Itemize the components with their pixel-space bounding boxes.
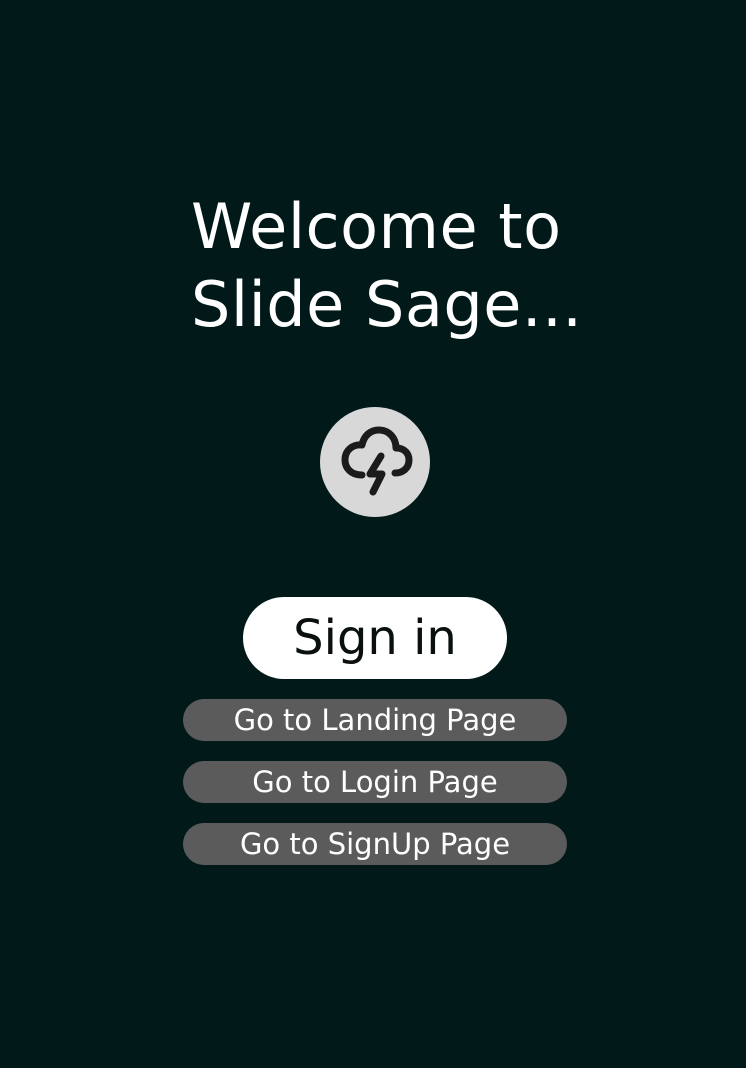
welcome-line-2: Slide Sage... [191,268,583,341]
welcome-heading: Welcome to Slide Sage... [191,188,583,344]
logo [320,407,430,517]
go-to-login-page-button[interactable]: Go to Login Page [183,761,567,803]
go-to-landing-page-button[interactable]: Go to Landing Page [183,699,567,741]
cloud-lightning-icon [341,426,413,496]
welcome-screen: Welcome to Slide Sage... Sign in Go to L… [0,0,746,1068]
sign-in-button[interactable]: Sign in [243,597,507,679]
welcome-line-1: Welcome to [191,190,562,263]
go-to-signup-page-button[interactable]: Go to SignUp Page [183,823,567,865]
